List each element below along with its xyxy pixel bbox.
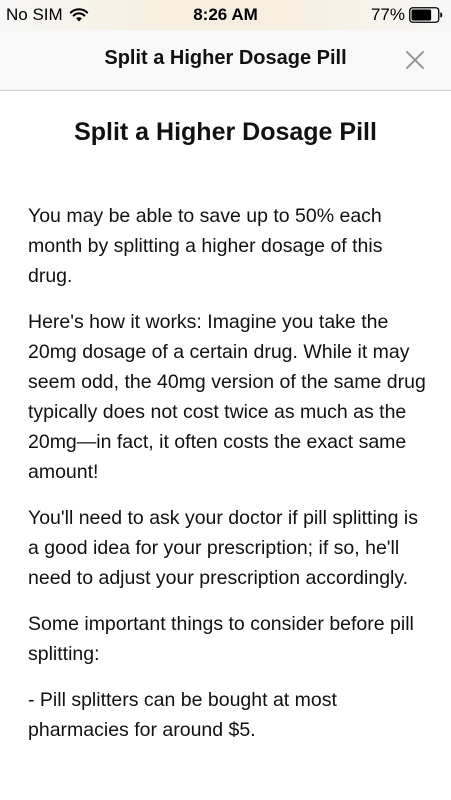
- article-paragraph: Some important things to consider before…: [28, 613, 414, 665]
- battery-percent: 77%: [370, 5, 405, 24]
- status-bar: No SIM 8:26 AM 77%: [0, 0, 451, 30]
- battery-fill: [411, 9, 432, 21]
- article-paragraph: You'll need to ask your doctor if pill s…: [28, 507, 418, 589]
- battery-icon: [409, 7, 443, 23]
- close-icon[interactable]: [403, 48, 427, 72]
- article-paragraph: You may be able to save up to 50% each m…: [28, 205, 383, 287]
- nav-title: Split a Higher Dosage Pill: [104, 47, 347, 69]
- article-paragraph: Here's how it works: Imagine you take th…: [28, 311, 426, 483]
- screen: No SIM 8:26 AM 77% Split a Higher Dosage…: [0, 0, 451, 800]
- article-content[interactable]: Split a Higher Dosage Pill You may be ab…: [0, 91, 451, 800]
- article-body: You may be able to save up to 50% each m…: [28, 201, 429, 745]
- battery-indicator: 77%: [371, 5, 443, 25]
- page-title: Split a Higher Dosage Pill: [74, 118, 377, 146]
- navigation-bar: Split a Higher Dosage Pill: [0, 30, 451, 91]
- article-paragraph: - Pill splitters can be bought at most p…: [28, 689, 337, 741]
